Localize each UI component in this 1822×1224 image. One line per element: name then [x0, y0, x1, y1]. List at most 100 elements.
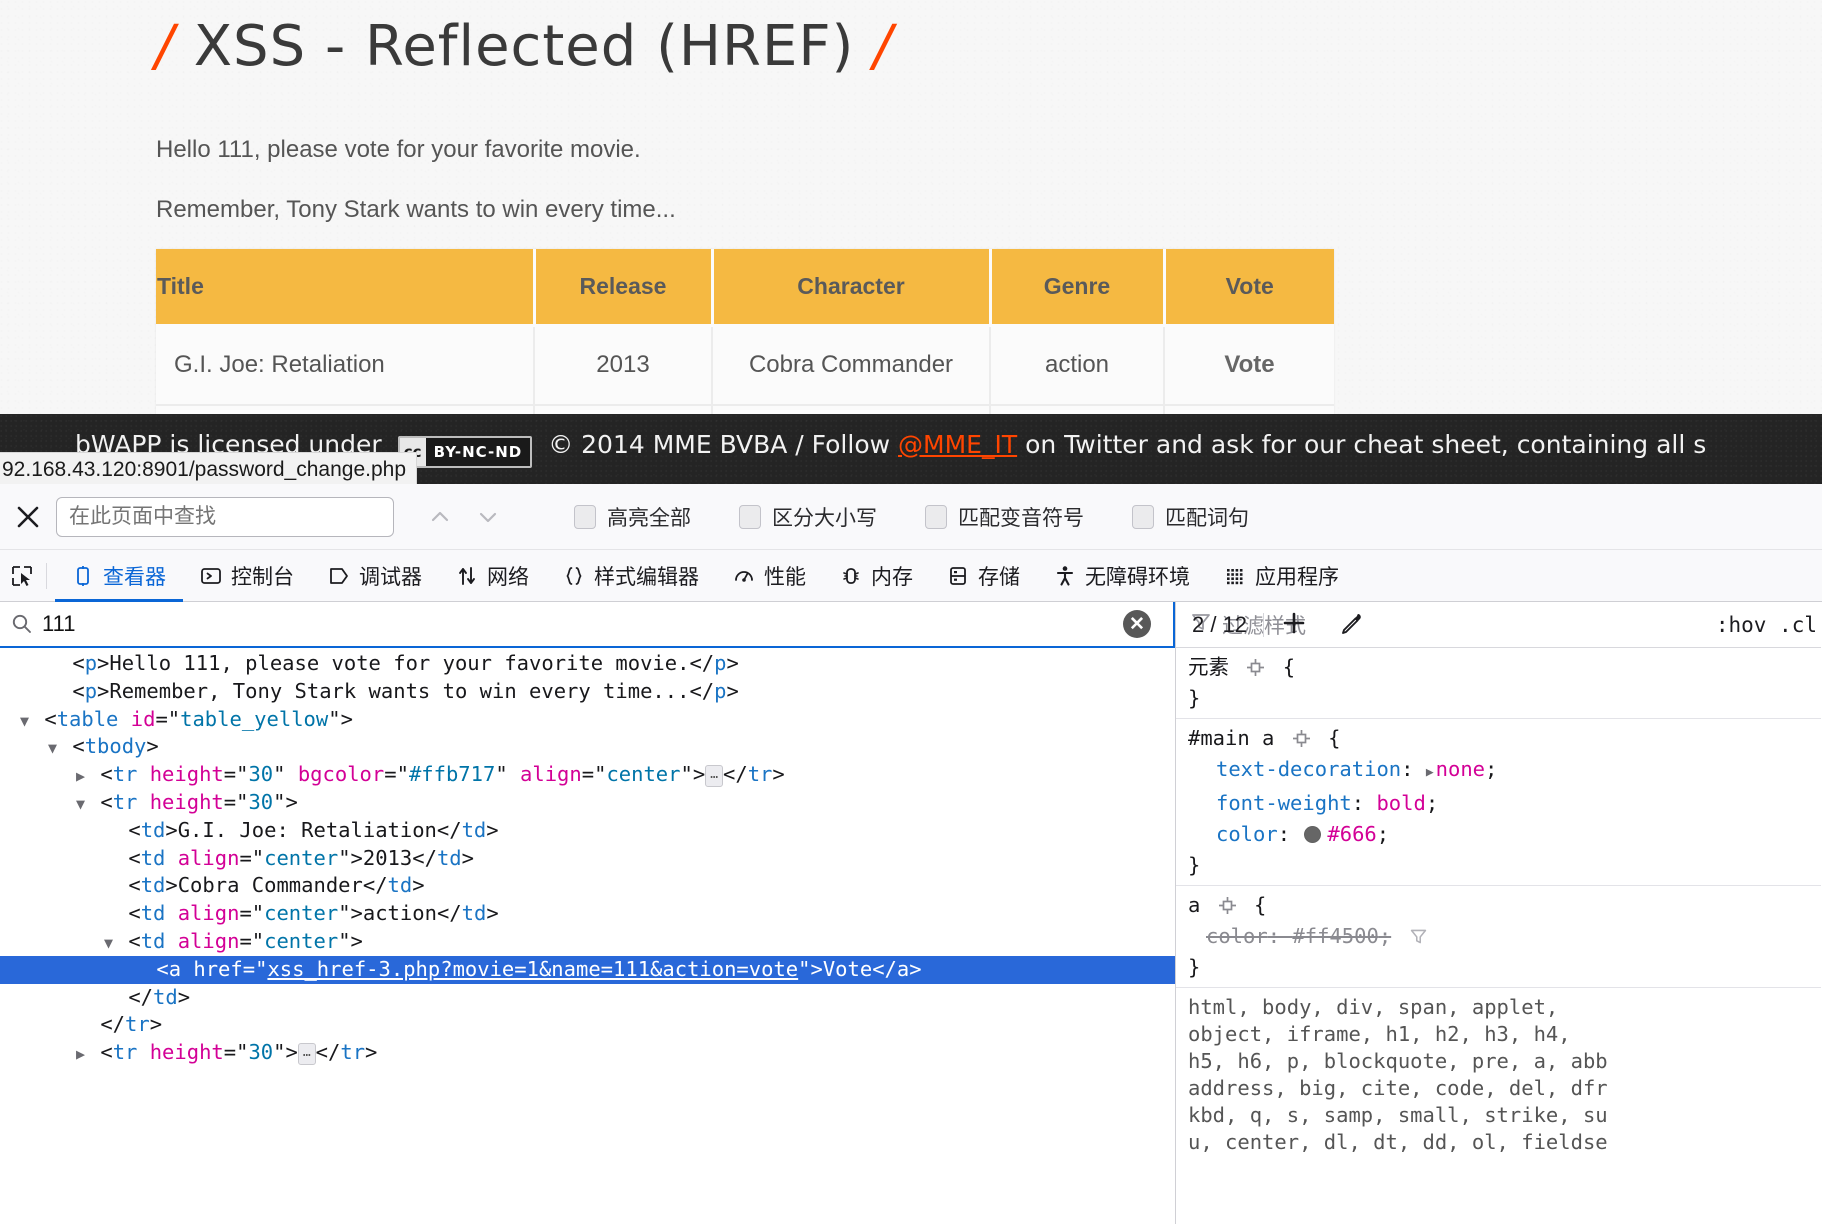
markup-token-val: xss_href-3.php?movie=1&name=111&action=v…: [267, 956, 799, 981]
markup-token-tag: td: [140, 873, 166, 898]
declaration-font-weight[interactable]: font-weight: bold;: [1188, 788, 1821, 819]
checkbox-whole-words[interactable]: 匹配词句: [1132, 502, 1249, 532]
tab-console[interactable]: 控制台: [183, 550, 311, 602]
network-icon: [456, 565, 478, 587]
chevron-down-icon[interactable]: [464, 497, 512, 537]
tab-performance[interactable]: 性能: [716, 550, 823, 602]
declaration-color-overridden[interactable]: color: #ff4500;: [1188, 921, 1821, 952]
selector-highlighter-icon[interactable]: [1246, 655, 1265, 676]
markup-line-selected[interactable]: <a href="xss_href-3.php?movie=1&name=111…: [0, 955, 1175, 984]
declaration-property[interactable]: font-weight: [1216, 791, 1352, 815]
checkbox-box-icon[interactable]: [739, 504, 761, 529]
twisty-open-icon[interactable]: ▼: [48, 735, 60, 763]
markup-line[interactable]: ▼ <tr height="30">: [0, 789, 1175, 817]
rule-block-element[interactable]: 元素 { }: [1176, 648, 1821, 719]
markup-line[interactable]: <td>G.I. Joe: Retaliation</td>: [0, 817, 1175, 845]
pseudo-class-buttons[interactable]: :hov .cl: [1716, 613, 1821, 637]
match-counter: 2 / 12: [1192, 612, 1248, 637]
markup-line[interactable]: </tr>: [0, 1011, 1175, 1039]
declaration-value[interactable]: none: [1436, 757, 1485, 781]
declaration-value[interactable]: #666: [1327, 822, 1376, 846]
checkbox-match-case[interactable]: 区分大小写: [739, 502, 877, 532]
markup-token-val: 30: [248, 789, 274, 814]
markup-tree[interactable]: <p>Hello 111, please vote for your favor…: [0, 648, 1175, 1224]
markup-token-punc: <: [100, 1040, 113, 1065]
eyedropper-icon[interactable]: [1324, 610, 1378, 641]
tab-debugger[interactable]: 调试器: [311, 550, 439, 602]
markup-line[interactable]: ▼ <td align="center">: [0, 928, 1175, 956]
markup-search-input[interactable]: 111: [42, 611, 1123, 637]
vote-link[interactable]: Vote: [1224, 351, 1274, 378]
markup-token-punc: </: [412, 845, 437, 870]
markup-token-punc: >: [412, 873, 425, 898]
declaration-property[interactable]: color: [1216, 822, 1278, 846]
find-toolbar: 高亮全部 区分大小写 匹配变音符号 匹配词句: [0, 484, 1822, 550]
markup-line[interactable]: <td align="center">2013</td>: [0, 845, 1175, 873]
chevron-up-icon[interactable]: [416, 497, 464, 537]
rule-selector[interactable]: 元素: [1188, 655, 1229, 679]
performance-icon: [733, 565, 755, 587]
selector-highlighter-icon[interactable]: [1218, 893, 1237, 914]
markup-token-tag: tbody: [84, 734, 147, 759]
markup-line[interactable]: ▶ <tr height="30" bgcolor="#ffb717" alig…: [0, 761, 1175, 789]
checkbox-box-icon[interactable]: [925, 504, 947, 529]
twisty-open-icon[interactable]: ▼: [76, 791, 88, 819]
close-icon[interactable]: [0, 504, 56, 530]
declaration-value[interactable]: bold: [1376, 791, 1425, 815]
markup-line[interactable]: <p>Hello 111, please vote for your favor…: [0, 650, 1175, 678]
clear-icon[interactable]: ✕: [1123, 610, 1151, 638]
user-agent-rule-selector[interactable]: html, body, div, span, applet, object, i…: [1176, 988, 1821, 1156]
devtools-tab-bar: 查看器 控制台 调试器 网络 样式编辑器 性能 内存 存储 无障碍环境 应用程序: [0, 550, 1822, 602]
markup-line[interactable]: <td>Cobra Commander</td>: [0, 872, 1175, 900]
rule-block-main-a[interactable]: #main a { text-decoration: ▶none; font-w…: [1176, 719, 1821, 886]
movie-table-head: Title Release Character Genre Vote: [156, 249, 1334, 327]
declaration-text-decoration[interactable]: text-decoration: ▶none;: [1188, 754, 1821, 788]
checkbox-match-diacritics[interactable]: 匹配变音符号: [925, 502, 1084, 532]
collapsed-children-icon[interactable]: …: [297, 1043, 316, 1066]
filter-icon[interactable]: [1409, 924, 1428, 944]
twisty-closed-icon[interactable]: ▶: [76, 1041, 88, 1069]
markup-line[interactable]: <p>Remember, Tony Stark wants to win eve…: [0, 678, 1175, 706]
collapsed-children-icon[interactable]: …: [705, 765, 724, 788]
markup-token-punc: <: [44, 706, 57, 731]
markup-line[interactable]: </td>: [0, 984, 1175, 1012]
element-picker-icon[interactable]: [0, 550, 44, 602]
checkbox-box-icon[interactable]: [574, 504, 596, 529]
markup-line[interactable]: <td align="center">action</td>: [0, 900, 1175, 928]
markup-line[interactable]: ▶ <tr height="30">… </tr>: [0, 1039, 1175, 1067]
markup-token-tag: td: [140, 901, 166, 926]
rule-selector[interactable]: a: [1188, 893, 1200, 917]
find-input[interactable]: [56, 496, 394, 537]
tab-memory[interactable]: 内存: [823, 550, 930, 602]
twisty-closed-icon[interactable]: ▶: [76, 763, 88, 791]
declaration-value[interactable]: #ff4500: [1292, 924, 1378, 948]
tab-label: 查看器: [103, 565, 166, 589]
color-swatch-icon[interactable]: [1304, 826, 1322, 843]
rule-selector[interactable]: #main a: [1188, 726, 1274, 750]
plus-icon[interactable]: [1264, 609, 1324, 642]
markup-token-attr: height: [149, 762, 224, 787]
declaration-property[interactable]: color: [1206, 924, 1268, 948]
markup-line[interactable]: ▼ <tbody>: [0, 733, 1175, 761]
markup-line[interactable]: ▼ <table id="table_yellow">: [0, 706, 1175, 734]
checkbox-highlight-all[interactable]: 高亮全部: [574, 502, 691, 532]
markup-token-tag: tr: [112, 1040, 138, 1065]
declaration-property[interactable]: text-decoration: [1216, 757, 1401, 781]
tab-network[interactable]: 网络: [439, 550, 546, 602]
chevron-right-icon[interactable]: ▶: [1426, 765, 1434, 780]
markup-token-tag: td: [461, 817, 487, 842]
markup-view-pane: 111 ✕ <p>Hello 111, please vote for your…: [0, 602, 1176, 1224]
tab-inspector[interactable]: 查看器: [55, 550, 183, 602]
checkbox-box-icon[interactable]: [1132, 504, 1154, 529]
rule-block-a[interactable]: a { color: #ff4500; }: [1176, 886, 1821, 988]
tab-storage[interactable]: 存储: [930, 550, 1037, 602]
tab-accessibility[interactable]: 无障碍环境: [1037, 550, 1207, 602]
declaration-color[interactable]: color: #666;: [1188, 819, 1821, 850]
tab-style-editor[interactable]: 样式编辑器: [546, 550, 716, 602]
twitter-handle-link[interactable]: @MME_IT: [898, 430, 1017, 459]
twisty-open-icon[interactable]: ▼: [20, 708, 32, 736]
selector-highlighter-icon[interactable]: [1292, 726, 1311, 747]
tab-application[interactable]: 应用程序: [1207, 550, 1356, 602]
twisty-open-icon[interactable]: ▼: [104, 930, 116, 958]
